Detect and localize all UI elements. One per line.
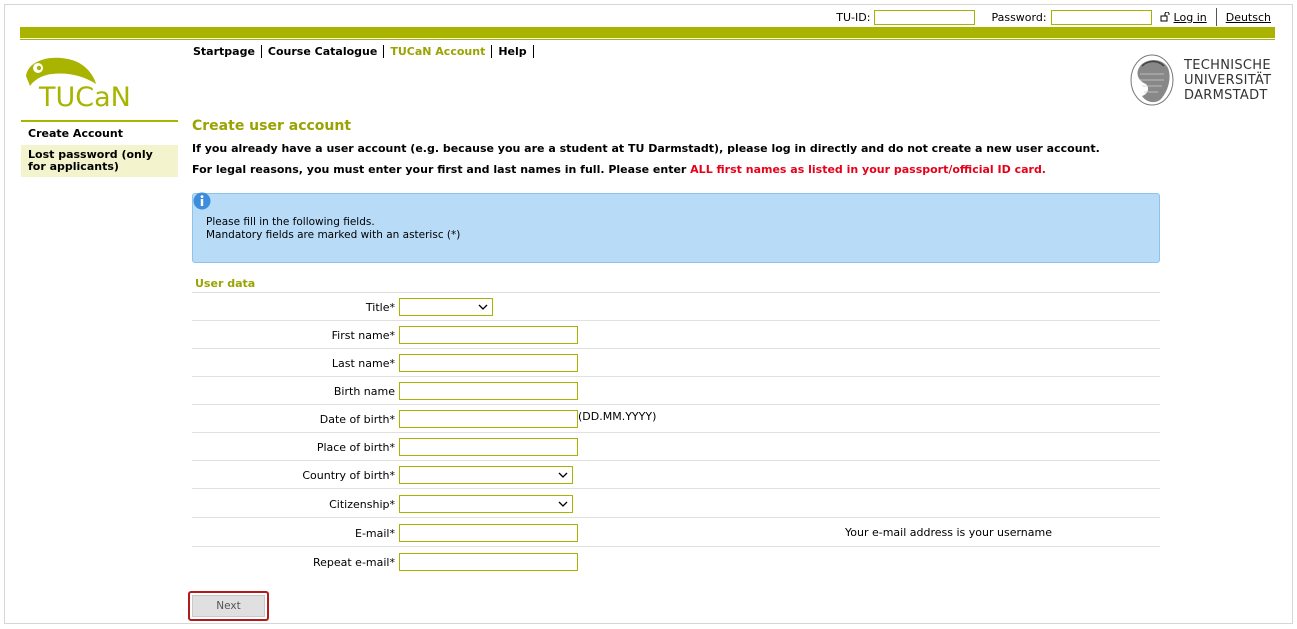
login-link[interactable]: Log in bbox=[1160, 11, 1207, 24]
email-note: Your e-mail address is your username bbox=[845, 526, 1053, 539]
header-line bbox=[20, 39, 1275, 40]
next-button[interactable]: Next bbox=[192, 595, 265, 617]
title-select[interactable] bbox=[399, 298, 493, 316]
password-input[interactable] bbox=[1050, 9, 1152, 25]
form-row-place: Place of birth* bbox=[192, 433, 1160, 461]
legal-text: For legal reasons, you must enter your f… bbox=[192, 163, 1160, 176]
tu-darmstadt-logo[interactable]: TECHNISCHE UNIVERSITÄT DARMSTADT bbox=[1128, 52, 1271, 108]
title-label: Title* bbox=[365, 301, 395, 314]
page-title: Create user account bbox=[192, 118, 352, 134]
nav-tucan-account[interactable]: TUCaN Account bbox=[390, 45, 493, 58]
form-row-birth-name: Birth name bbox=[192, 377, 1160, 405]
nav-course-catalogue[interactable]: Course Catalogue bbox=[268, 45, 385, 58]
dob-hint: (DD.MM.YYYY) bbox=[578, 410, 657, 423]
login-bar: TU-ID: Password: Log in Deutsch bbox=[836, 7, 1271, 27]
nav-startpage[interactable]: Startpage bbox=[193, 45, 262, 58]
form-row-first-name: First name* bbox=[192, 321, 1160, 349]
birth-name-label: Birth name bbox=[333, 385, 395, 398]
main-nav: Startpage Course Catalogue TUCaN Account… bbox=[193, 45, 540, 58]
login-label: Log in bbox=[1173, 10, 1207, 24]
unlock-icon bbox=[1160, 12, 1170, 22]
legal-highlight: ALL first names as listed in your passpo… bbox=[690, 163, 1046, 176]
language-link[interactable]: Deutsch bbox=[1226, 11, 1271, 24]
form-row-country: Country of birth* bbox=[192, 461, 1160, 489]
info-line1: Please fill in the following fields. bbox=[206, 216, 375, 228]
form-row-email: E-mail* Your e-mail address is your user… bbox=[192, 519, 1160, 547]
header-bar bbox=[20, 27, 1275, 38]
country-label: Country of birth* bbox=[302, 469, 395, 482]
info-icon bbox=[193, 192, 211, 210]
last-name-input[interactable] bbox=[399, 354, 578, 372]
last-name-label: Last name* bbox=[331, 357, 395, 370]
password-label: Password: bbox=[991, 10, 1047, 24]
logo-text: TUCaN bbox=[39, 82, 131, 113]
email-label: E-mail* bbox=[355, 527, 395, 540]
info-box: Please fill in the following fields. Man… bbox=[192, 192, 1160, 263]
tuid-label: TU-ID: bbox=[836, 10, 871, 24]
first-name-label: First name* bbox=[331, 329, 395, 342]
next-button-highlight: Next bbox=[188, 591, 269, 621]
place-label: Place of birth* bbox=[316, 441, 395, 454]
email-input[interactable] bbox=[399, 524, 578, 542]
sidebar: Create Account Lost password (only for a… bbox=[21, 120, 178, 177]
chevron-down-icon bbox=[558, 501, 568, 507]
divider bbox=[1215, 8, 1217, 26]
form-row-citizenship: Citizenship* bbox=[192, 490, 1160, 518]
sidebar-item-lost-password[interactable]: Lost password (only for applicants) bbox=[21, 145, 178, 177]
info-line2: Mandatory fields are marked with an aste… bbox=[206, 229, 461, 241]
place-input[interactable] bbox=[399, 438, 578, 456]
form-row-repeat-email: Repeat e-mail* bbox=[192, 548, 1160, 576]
dob-input[interactable] bbox=[399, 410, 578, 428]
legal-prefix: For legal reasons, you must enter your f… bbox=[192, 163, 691, 176]
dob-label: Date of birth* bbox=[319, 413, 395, 426]
sidebar-item-create-account[interactable]: Create Account bbox=[21, 122, 178, 145]
tud-line1: TECHNISCHE bbox=[1184, 57, 1271, 73]
country-select[interactable] bbox=[399, 466, 573, 484]
athena-head-icon bbox=[1130, 54, 1174, 106]
nav-help[interactable]: Help bbox=[498, 45, 534, 58]
form-row-dob: Date of birth* (DD.MM.YYYY) bbox=[192, 405, 1160, 433]
repeat-email-label: Repeat e-mail* bbox=[312, 556, 395, 569]
form-row-title: Title* bbox=[192, 293, 1160, 321]
main-content: Create user account If you already have … bbox=[192, 118, 1160, 571]
first-name-input[interactable] bbox=[399, 326, 578, 344]
tud-line2: UNIVERSITÄT bbox=[1184, 72, 1272, 88]
intro-text: If you already have a user account (e.g.… bbox=[192, 142, 1100, 155]
tucan-logo[interactable]: TUCaN bbox=[22, 52, 142, 114]
citizenship-select[interactable] bbox=[399, 495, 573, 513]
tuid-input[interactable] bbox=[874, 9, 976, 25]
tud-line3: DARMSTADT bbox=[1184, 87, 1268, 103]
birth-name-input[interactable] bbox=[399, 382, 578, 400]
citizenship-label: Citizenship* bbox=[329, 498, 395, 511]
repeat-email-input[interactable] bbox=[399, 553, 578, 571]
chevron-down-icon bbox=[478, 304, 488, 310]
section-title: User data bbox=[195, 277, 256, 290]
form-row-last-name: Last name* bbox=[192, 349, 1160, 377]
chevron-down-icon bbox=[558, 472, 568, 478]
